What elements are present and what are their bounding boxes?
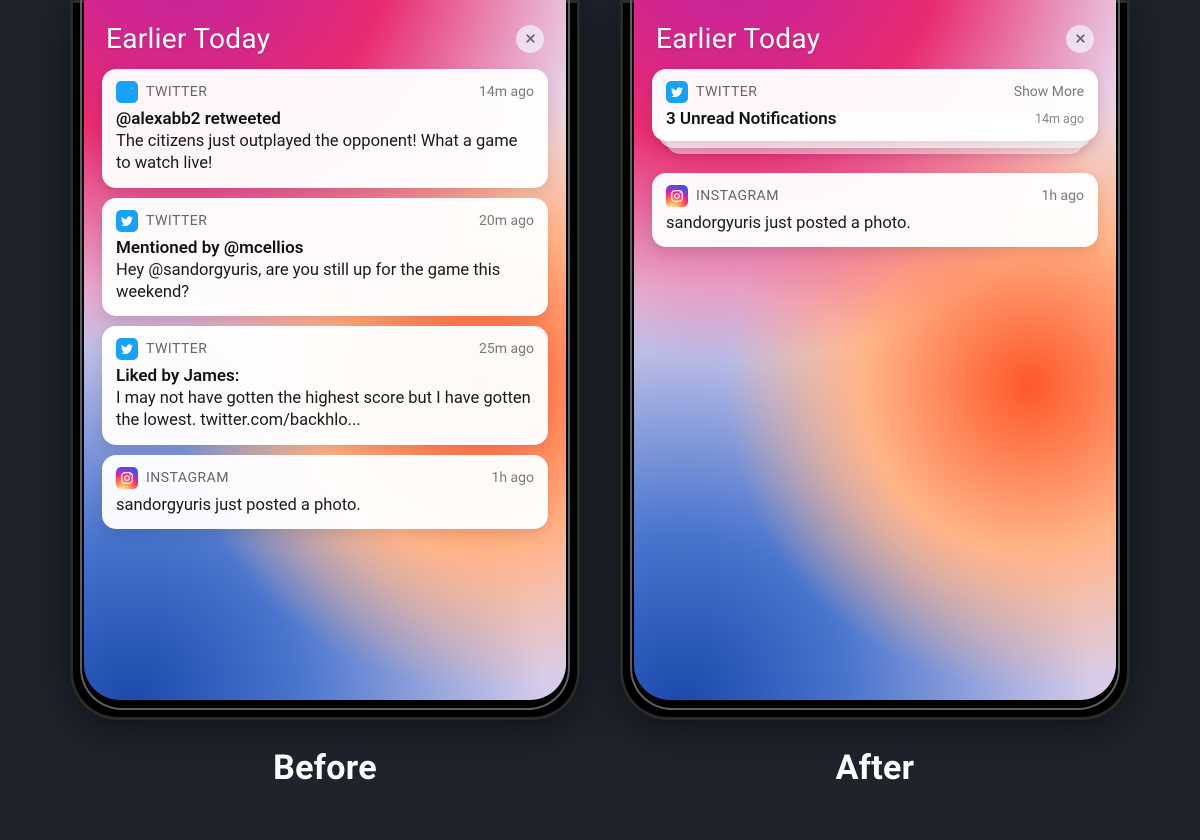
before-side: Earlier Today TWITTER 1 <box>70 0 580 788</box>
phone-frame: Earlier Today <box>620 0 1130 720</box>
notification-time: 25m ago <box>479 341 534 357</box>
app-name: TWITTER <box>696 84 757 100</box>
caption-before: Before <box>273 748 377 788</box>
notification-card[interactable]: INSTAGRAM 1h ago sandorgyuris just poste… <box>102 455 548 529</box>
twitter-icon <box>116 338 138 360</box>
instagram-icon <box>116 467 138 489</box>
instagram-icon <box>666 185 688 207</box>
notification-section-header: Earlier Today <box>84 0 566 69</box>
twitter-icon <box>666 81 688 103</box>
notification-body: I may not have gotten the highest score … <box>116 388 534 433</box>
section-title: Earlier Today <box>656 22 820 55</box>
grouped-summary: 3 Unread Notifications <box>666 109 837 129</box>
grouped-notification[interactable]: TWITTER Show More 3 Unread Notifications… <box>652 69 1098 141</box>
notification-card[interactable]: TWITTER 25m ago Liked by James: I may no… <box>102 326 548 445</box>
twitter-icon <box>116 210 138 232</box>
notification-time: 20m ago <box>479 213 534 229</box>
notification-list: TWITTER Show More 3 Unread Notifications… <box>634 69 1116 247</box>
notification-time: 1h ago <box>1041 188 1084 204</box>
notification-body: sandorgyuris just posted a photo. <box>116 495 534 517</box>
notification-card[interactable]: TWITTER 20m ago Mentioned by @mcellios H… <box>102 198 548 317</box>
show-more-button[interactable]: Show More <box>1014 84 1084 100</box>
app-name: TWITTER <box>146 84 207 100</box>
notification-body: The citizens just outplayed the opponent… <box>116 131 534 176</box>
app-name: TWITTER <box>146 213 207 229</box>
notification-card[interactable]: INSTAGRAM 1h ago sandorgyuris just poste… <box>652 173 1098 247</box>
notification-list: TWITTER 14m ago @alexabb2 retweeted The … <box>84 69 566 529</box>
phone-frame: Earlier Today TWITTER 1 <box>70 0 580 720</box>
section-title: Earlier Today <box>106 22 270 55</box>
close-icon[interactable] <box>516 25 544 53</box>
phone-screen: Earlier Today TWITTER 1 <box>84 0 566 700</box>
app-name: INSTAGRAM <box>696 188 779 204</box>
comparison-container: Earlier Today TWITTER 1 <box>20 0 1180 788</box>
twitter-icon <box>116 81 138 103</box>
app-name: TWITTER <box>146 341 207 357</box>
notification-time: 14m ago <box>1035 112 1084 127</box>
notification-title: Liked by James: <box>116 366 534 386</box>
notification-body: Hey @sandorgyuris, are you still up for … <box>116 260 534 305</box>
notification-time: 1h ago <box>491 470 534 486</box>
phone-screen: Earlier Today <box>634 0 1116 700</box>
notification-card[interactable]: TWITTER 14m ago @alexabb2 retweeted The … <box>102 69 548 188</box>
app-name: INSTAGRAM <box>146 470 229 486</box>
caption-after: After <box>836 748 915 788</box>
notification-time: 14m ago <box>479 84 534 100</box>
notification-title: @alexabb2 retweeted <box>116 109 534 129</box>
close-icon[interactable] <box>1066 25 1094 53</box>
after-side: Earlier Today <box>620 0 1130 788</box>
notification-section-header: Earlier Today <box>634 0 1116 69</box>
notification-title: Mentioned by @mcellios <box>116 238 534 258</box>
notification-body: sandorgyuris just posted a photo. <box>666 213 1084 235</box>
